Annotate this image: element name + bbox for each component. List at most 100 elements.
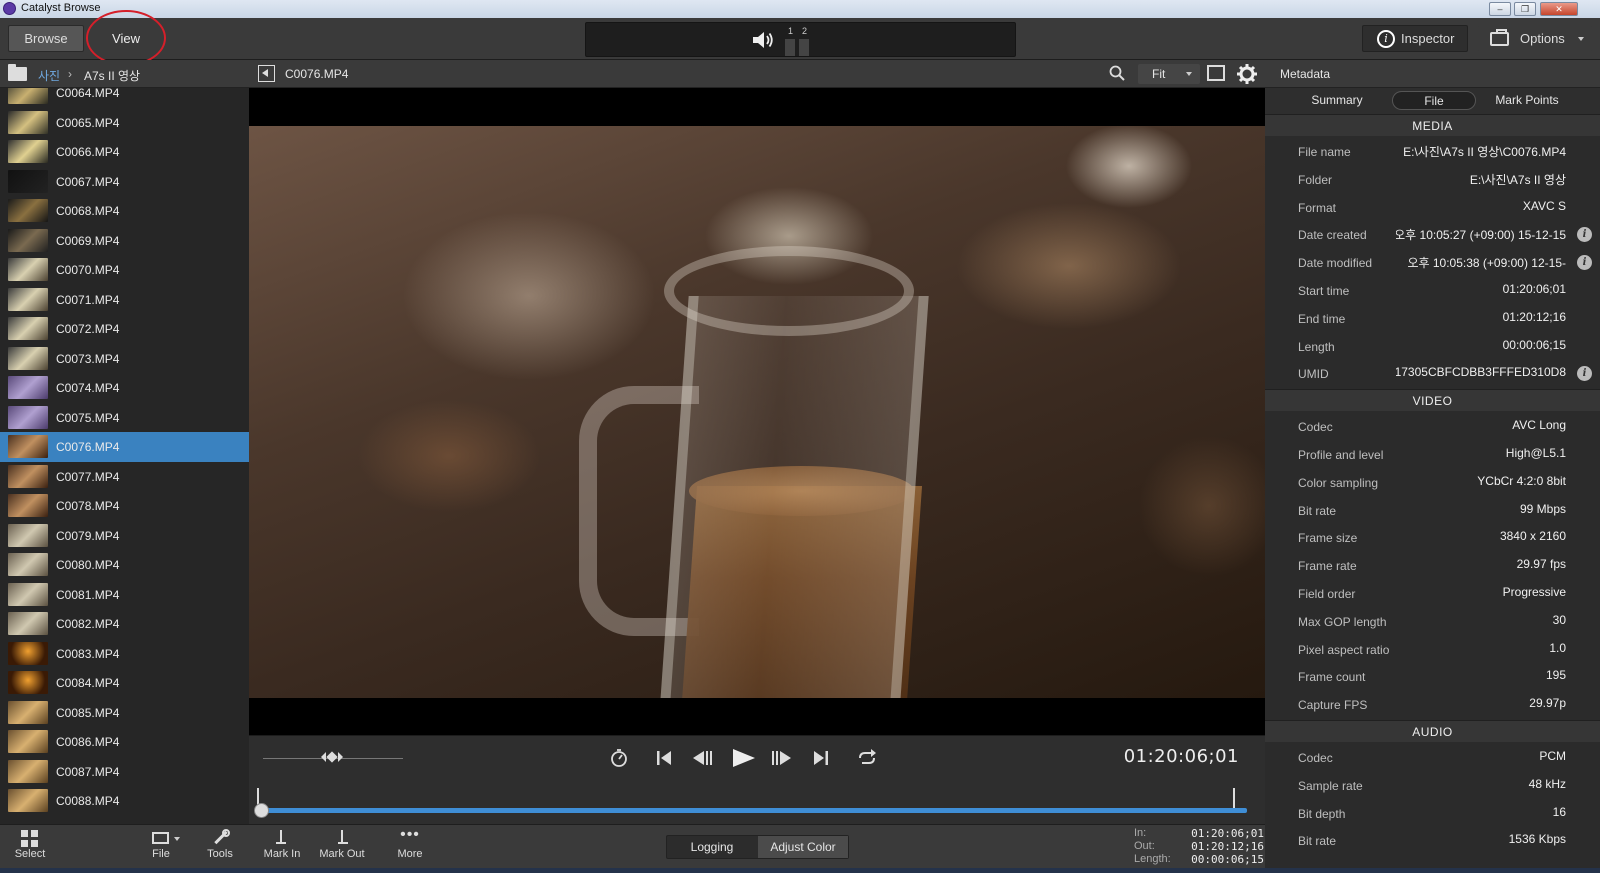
metadata-key: Frame count <box>1298 670 1366 685</box>
metadata-row: Field order Progressive <box>1265 579 1600 607</box>
glass-rim <box>664 246 914 336</box>
file-name: C0087.MP4 <box>56 764 120 779</box>
timer-icon[interactable] <box>607 747 631 769</box>
file-list-item[interactable]: C0079.MP4 <box>0 521 249 551</box>
file-list-item[interactable]: C0069.MP4 <box>0 226 249 256</box>
folder-icon[interactable] <box>8 64 27 81</box>
file-list-item[interactable]: C0085.MP4 <box>0 698 249 728</box>
file-thumbnail <box>8 258 48 281</box>
speaker-icon[interactable] <box>752 31 774 49</box>
metadata-row: Profile and level High@L5.1 <box>1265 440 1600 468</box>
file-list-item[interactable]: C0068.MP4 <box>0 196 249 226</box>
grid-icon <box>21 828 39 848</box>
minimize-button[interactable]: – <box>1489 2 1511 16</box>
file-list-item[interactable]: C0080.MP4 <box>0 550 249 580</box>
browse-button[interactable]: Browse <box>8 25 84 52</box>
mark-out-button[interactable]: Mark Out <box>318 828 366 860</box>
inspector-button[interactable]: i Inspector <box>1362 25 1468 52</box>
options-button[interactable]: Options <box>1477 25 1593 52</box>
file-name: C0084.MP4 <box>56 676 120 690</box>
go-to-start-icon[interactable] <box>652 747 676 769</box>
file-list-item[interactable]: C0071.MP4 <box>0 285 249 315</box>
metadata-value: YCbCr 4:2:0 8bit <box>1477 473 1566 488</box>
file-thumbnail <box>8 405 48 429</box>
file-list-item[interactable]: C0064.MP4 <box>0 88 249 108</box>
loop-icon[interactable] <box>855 747 879 769</box>
more-button[interactable]: ••• More <box>388 827 432 861</box>
gear-icon[interactable] <box>1236 63 1258 85</box>
info-icon[interactable]: i <box>1577 227 1592 243</box>
file-list-item[interactable]: C0077.MP4 <box>0 462 249 492</box>
maximize-button[interactable]: ❐ <box>1514 2 1536 16</box>
file-list-item[interactable]: C0066.MP4 <box>0 137 249 167</box>
file-list-item[interactable]: C0072.MP4 <box>0 314 249 344</box>
metadata-value: PCM <box>1539 749 1566 763</box>
file-list-item[interactable]: C0083.MP4 <box>0 639 249 669</box>
logging-tab[interactable]: Logging <box>667 836 757 858</box>
search-icon[interactable] <box>1109 65 1125 81</box>
file-thumbnail <box>8 641 48 665</box>
timeline-scrubber[interactable] <box>249 781 1265 824</box>
video-viewer[interactable] <box>249 88 1265 735</box>
file-name: C0088.MP4 <box>56 794 120 808</box>
metadata-row: UMID 260A2EB717305CBFCDBB3FFFED310D8 i <box>1265 359 1600 387</box>
file-list-item[interactable]: C0082.MP4 <box>0 609 249 639</box>
file-list-item[interactable]: C0081.MP4 <box>0 580 249 610</box>
adjust-color-tab[interactable]: Adjust Color <box>758 836 848 858</box>
timeline-range-bar[interactable] <box>261 808 1247 813</box>
file-list-item[interactable]: C0086.MP4 <box>0 727 249 757</box>
audio-meter-panel: 1 2 <box>585 22 1016 57</box>
metadata-key: Profile and level <box>1298 448 1384 462</box>
file-menu-button[interactable]: File <box>141 828 181 860</box>
metadata-value: 48 kHz <box>1528 776 1566 791</box>
file-list-item[interactable]: C0065.MP4 <box>0 108 249 138</box>
metadata-header: Metadata <box>1265 60 1600 88</box>
jog-shuttle-icon[interactable] <box>321 751 343 763</box>
file-list-item[interactable]: C0073.MP4 <box>0 344 249 374</box>
mark-in-button[interactable]: Mark In <box>262 828 302 860</box>
file-list-item[interactable]: C0074.MP4 <box>0 373 249 403</box>
file-list-item[interactable]: C0070.MP4 <box>0 255 249 285</box>
fullscreen-icon[interactable] <box>1207 65 1225 81</box>
metadata-row: Codec PCM <box>1265 743 1600 771</box>
playhead-handle[interactable] <box>254 803 269 818</box>
breadcrumb-folder[interactable]: A7s II 영상 <box>84 67 140 84</box>
file-name: C0072.MP4 <box>56 322 120 336</box>
file-name: C0070.MP4 <box>56 263 120 277</box>
file-list-item[interactable]: C0078.MP4 <box>0 491 249 521</box>
step-forward-icon[interactable] <box>770 747 794 769</box>
tab-mark-points[interactable]: Mark Points <box>1477 91 1577 110</box>
tab-file[interactable]: File <box>1392 91 1476 110</box>
tab-summary[interactable]: Summary <box>1289 91 1385 110</box>
mark-in-label: Mark In <box>263 848 301 860</box>
window-titlebar: Catalyst Browse – ❐ ✕ <box>0 0 1600 18</box>
annotation-circle <box>86 10 166 66</box>
tools-menu-button[interactable]: Tools <box>200 828 240 860</box>
play-icon[interactable] <box>729 747 757 769</box>
info-icon[interactable]: i <box>1577 366 1592 382</box>
info-icon: i <box>1377 30 1395 48</box>
go-to-end-icon[interactable] <box>809 747 833 769</box>
file-name: C0083.MP4 <box>56 646 120 661</box>
current-timecode: 01:20:06;01 <box>1123 746 1239 767</box>
file-list-item[interactable]: C0076.MP4 <box>0 432 249 462</box>
file-list-item[interactable]: C0087.MP4 <box>0 757 249 787</box>
file-list-item[interactable]: C0088.MP4 <box>0 786 249 816</box>
collapse-panel-button[interactable] <box>258 65 275 82</box>
viewer-clip-title: C0076.MP4 <box>285 67 349 81</box>
zoom-select[interactable]: Fit <box>1138 64 1200 84</box>
mark-out-flag[interactable] <box>1233 788 1235 808</box>
file-list-item[interactable]: C0067.MP4 <box>0 167 249 197</box>
file-list-item[interactable]: C0075.MP4 <box>0 403 249 433</box>
file-thumbnail <box>8 612 48 635</box>
metadata-row: Date modified -12-15 오후 10:05:38 (+09:00)… <box>1265 248 1600 276</box>
metadata-key: Start time <box>1298 284 1350 298</box>
breadcrumb-root[interactable]: 사진 <box>38 67 60 84</box>
metadata-key: Date modified <box>1298 256 1373 271</box>
select-button[interactable]: Select <box>12 828 48 860</box>
out-value: 01:20:12;16 <box>1191 840 1264 853</box>
info-icon[interactable]: i <box>1577 255 1592 271</box>
step-back-icon[interactable] <box>690 747 714 769</box>
file-list-item[interactable]: C0084.MP4 <box>0 668 249 698</box>
close-button[interactable]: ✕ <box>1540 2 1578 16</box>
